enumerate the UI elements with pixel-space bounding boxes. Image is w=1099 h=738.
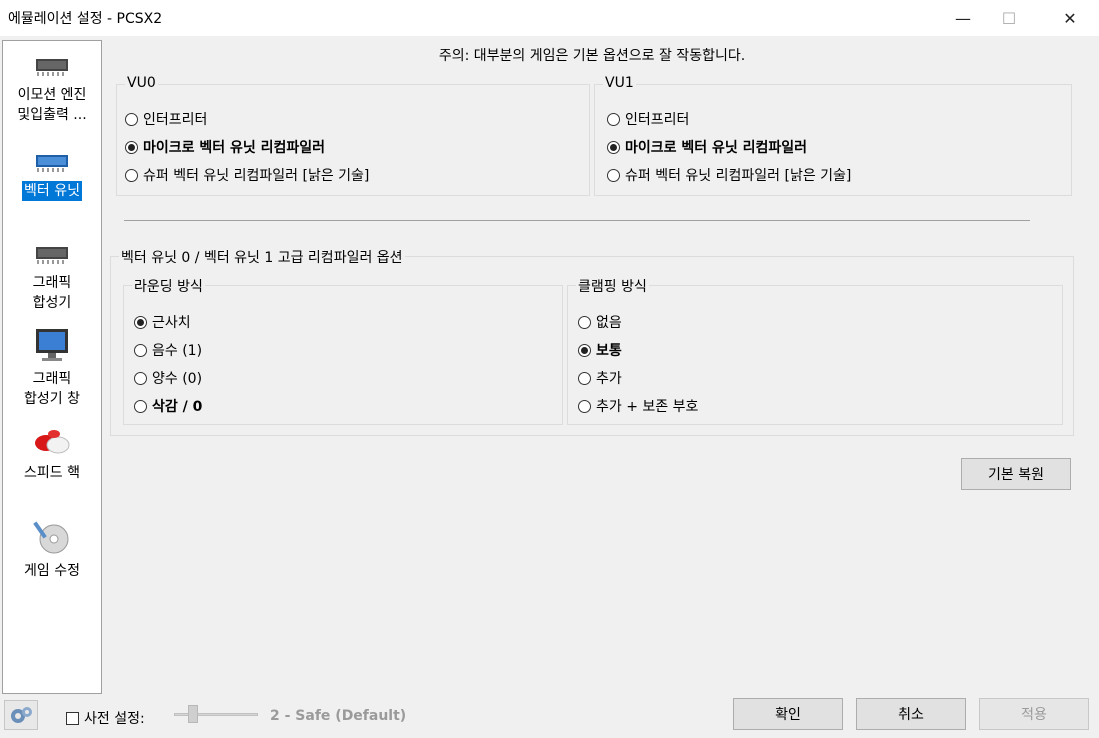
monitor-icon — [36, 329, 68, 361]
chip-icon — [36, 247, 68, 264]
radio-label: 추가 + 보존 부호 — [596, 399, 699, 415]
maximize-button[interactable]: ☐ — [986, 0, 1032, 36]
radio-label: 없음 — [596, 315, 622, 331]
radio-circle — [607, 168, 620, 182]
vu1-group-title: VU1 — [603, 75, 636, 91]
radio-circle — [578, 399, 591, 413]
restore-defaults-button[interactable]: 기본 복원 — [961, 458, 1071, 490]
preset-value-label: 2 - Safe (Default) — [270, 708, 407, 724]
vu1-radio-interpreter[interactable]: 인터프리터 — [607, 109, 689, 129]
ok-button[interactable]: 확인 — [733, 698, 843, 730]
radio-circle — [578, 371, 591, 385]
radio-circle — [578, 315, 591, 329]
presets-icon[interactable] — [4, 700, 38, 730]
sidebar-item-gamefixes[interactable]: 게임 수정 — [3, 517, 101, 581]
chip-blue-icon — [36, 155, 68, 172]
vu1-group: VU1 인터프리터 마이크로 벡터 유닛 리컴파일러 슈퍼 벡터 유닛 리컴파일… — [594, 75, 1072, 196]
chip-icon — [36, 59, 68, 76]
sidebar-item-speedhacks[interactable]: 스피드 핵 — [3, 425, 101, 483]
radio-circle — [134, 371, 147, 385]
vu1-radio-microvu[interactable]: 마이크로 벡터 유닛 리컴파일러 — [607, 137, 807, 157]
sidebar-item-vector-units[interactable]: 벡터 유닛 — [3, 149, 101, 201]
radio-circle — [134, 399, 147, 413]
radio-label: 양수 (0) — [152, 371, 203, 387]
window-title: 에뮬레이션 설정 - PCSX2 — [8, 11, 163, 27]
advanced-options-group: 벡터 유닛 0 / 벡터 유닛 1 고급 리컴파일러 옵션 라운딩 방식 근사치… — [110, 247, 1074, 436]
disc-icon — [33, 521, 69, 554]
slider-track — [174, 713, 258, 716]
sidebar-item-gs[interactable]: 그래픽 합성기 — [3, 241, 101, 313]
vu0-radio-interpreter[interactable]: 인터프리터 — [125, 109, 207, 129]
sidebar-label: 게임 수정 — [24, 563, 80, 579]
clamping-radio-normal[interactable]: 보통 — [578, 340, 622, 360]
sidebar-label: 합성기 — [32, 295, 72, 311]
sidebar-label: 및입출력 ... — [17, 107, 87, 123]
sidebar-label: 이모션 엔진 — [17, 87, 87, 103]
clamping-radio-none[interactable]: 없음 — [578, 312, 622, 332]
gears-icon — [11, 707, 32, 723]
rounding-radio-chop[interactable]: 삭감 / 0 — [134, 396, 202, 416]
sidebar-label: 벡터 유닛 — [22, 181, 82, 201]
minimize-button[interactable]: — — [940, 0, 986, 36]
radio-circle — [578, 343, 591, 357]
preset-checkbox[interactable]: 사전 설정: — [66, 708, 145, 728]
sidebar-label: 그래픽 — [32, 371, 72, 387]
radio-label: 음수 (1) — [152, 343, 203, 359]
radio-label: 인터프리터 — [625, 112, 690, 128]
sidebar-label: 스피드 핵 — [24, 465, 80, 481]
vu0-group-title: VU0 — [125, 75, 158, 91]
radio-circle — [607, 112, 620, 126]
radio-circle — [134, 315, 147, 329]
radio-label: 슈퍼 벡터 유닛 리컴파일러 [낡은 기술] — [143, 168, 370, 184]
notice-text: 주의: 대부분의 게임은 기본 옵션으로 잘 작동합니다. — [438, 48, 746, 64]
vu0-radio-microvu[interactable]: 마이크로 벡터 유닛 리컴파일러 — [125, 137, 325, 157]
checkbox-box — [66, 711, 79, 725]
rounding-radio-negative[interactable]: 음수 (1) — [134, 340, 202, 360]
radio-label: 슈퍼 벡터 유닛 리컴파일러 [낡은 기술] — [625, 168, 852, 184]
rounding-group: 라운딩 방식 근사치 음수 (1) 양수 (0) 삭감 / 0 — [123, 276, 563, 425]
advanced-group-title: 벡터 유닛 0 / 벡터 유닛 1 고급 리컴파일러 옵션 — [119, 247, 405, 267]
radio-label: 인터프리터 — [143, 112, 208, 128]
radio-circle — [125, 140, 138, 154]
radio-label: 마이크로 벡터 유닛 리컴파일러 — [625, 140, 808, 156]
clamping-group: 클램핑 방식 없음 보통 추가 추가 + 보존 부호 — [567, 276, 1063, 425]
bottom-bar: 사전 설정: 2 - Safe (Default) 확인 취소 적용 — [0, 696, 1099, 736]
close-button[interactable]: ✕ — [1047, 0, 1093, 36]
rounding-radio-nearest[interactable]: 근사치 — [134, 312, 191, 332]
preset-slider[interactable] — [174, 704, 258, 726]
clamping-radio-extra-sign[interactable]: 추가 + 보존 부호 — [578, 396, 698, 416]
sidebar-item-gs-window[interactable]: 그래픽 합성기 창 — [3, 327, 101, 409]
radio-label: 보통 — [596, 343, 622, 359]
slider-thumb[interactable] — [188, 705, 198, 723]
sidebar-label: 합성기 창 — [24, 391, 80, 407]
preset-checkbox-label: 사전 설정: — [84, 711, 145, 727]
title-bar: 에뮬레이션 설정 - PCSX2 — ☐ ✕ — [0, 0, 1099, 36]
clamping-radio-extra[interactable]: 추가 — [578, 368, 622, 388]
apply-button[interactable]: 적용 — [979, 698, 1089, 730]
vu0-group: VU0 인터프리터 마이크로 벡터 유닛 리컴파일러 슈퍼 벡터 유닛 리컴파일… — [116, 75, 590, 196]
rounding-group-title: 라운딩 방식 — [132, 276, 205, 296]
radio-circle — [134, 343, 147, 357]
radio-label: 삭감 / 0 — [152, 399, 203, 415]
vu0-radio-supervu[interactable]: 슈퍼 벡터 유닛 리컴파일러 [낡은 기술] — [125, 165, 369, 185]
pill-icon — [35, 430, 70, 454]
radio-label: 추가 — [596, 371, 622, 387]
settings-sidebar: 이모션 엔진 및입출력 ... 벡터 유닛 그래픽 합성기 그래픽 합성기 창 — [2, 40, 102, 694]
vu1-radio-supervu[interactable]: 슈퍼 벡터 유닛 리컴파일러 [낡은 기술] — [607, 165, 851, 185]
sidebar-label: 그래픽 — [32, 275, 72, 291]
rounding-radio-positive[interactable]: 양수 (0) — [134, 368, 202, 388]
radio-label: 근사치 — [152, 315, 191, 331]
cancel-button[interactable]: 취소 — [856, 698, 966, 730]
sidebar-item-emotion-engine[interactable]: 이모션 엔진 및입출력 ... — [3, 53, 101, 125]
radio-circle — [125, 168, 138, 182]
separator-line — [124, 220, 1030, 221]
radio-label: 마이크로 벡터 유닛 리컴파일러 — [143, 140, 326, 156]
clamping-group-title: 클램핑 방식 — [576, 276, 649, 296]
radio-circle — [125, 112, 138, 126]
radio-circle — [607, 140, 620, 154]
